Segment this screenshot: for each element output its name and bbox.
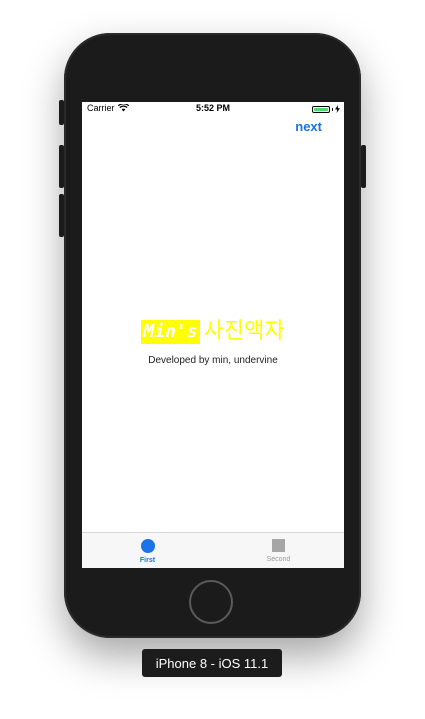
screen: Carrier 5:52 PM next Min's 사진액자 Develope… xyxy=(82,102,344,568)
tab-second[interactable]: Second xyxy=(213,533,344,568)
tab-bar: First Second xyxy=(82,532,344,568)
battery-nub xyxy=(331,107,333,111)
silent-switch xyxy=(59,100,64,125)
battery-indicator xyxy=(311,105,340,113)
status-time: 5:52 PM xyxy=(195,103,230,113)
next-button[interactable]: next xyxy=(295,119,322,134)
tab-second-label: Second xyxy=(266,556,291,563)
square-icon xyxy=(272,539,285,552)
battery-icon xyxy=(311,105,330,113)
volume-up-button xyxy=(59,145,64,188)
app-title: Min's 사진액자 xyxy=(82,320,344,344)
battery-level xyxy=(313,107,328,111)
tab-first[interactable]: First xyxy=(82,533,213,568)
brand-label: Min's xyxy=(141,320,200,344)
volume-down-button xyxy=(59,194,64,237)
tab-first-label: First xyxy=(139,557,156,564)
title-label: 사진액자 xyxy=(203,319,285,344)
status-bar: Carrier 5:52 PM xyxy=(82,102,344,116)
simulator-device-label: iPhone 8 - iOS 11.1 xyxy=(142,649,282,677)
developer-credit: Developed by min, undervine xyxy=(148,355,278,366)
circle-icon xyxy=(140,539,155,553)
home-button[interactable] xyxy=(189,580,233,624)
charging-bolt-icon xyxy=(335,105,340,113)
power-button xyxy=(361,145,366,188)
